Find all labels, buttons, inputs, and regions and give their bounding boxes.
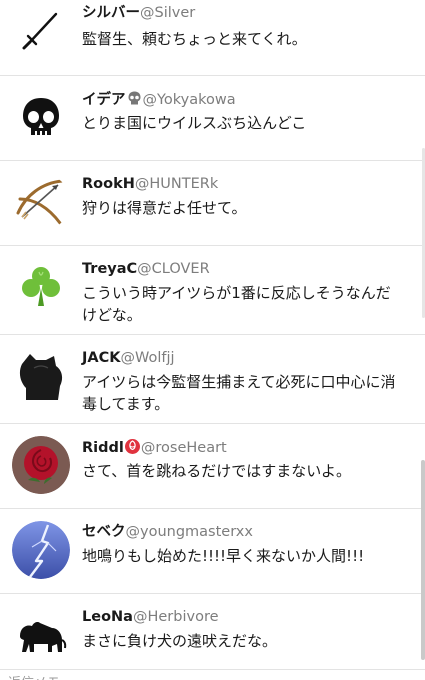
post-meta: LeoNa@Herbivore xyxy=(82,608,415,626)
timeline-feed: シルバー@Silver 監督生、頼むちょっと来てくれ。 イデア @Yokyakow… xyxy=(0,0,425,680)
post-jack[interactable]: JACK@Wolfjj アイツらは今監督生捕まえて必死に口中心に消毒してます。 xyxy=(0,335,425,424)
avatar[interactable] xyxy=(12,436,70,494)
reply-footer[interactable]: 返信メモ xyxy=(0,670,425,680)
post-sebek[interactable]: セベク@youngmasterxx 地鳴りもし始めた!!!!早く来ないか人間!!… xyxy=(0,509,425,594)
user-handle[interactable]: @Silver xyxy=(140,5,195,21)
post-meta: シルバー@Silver xyxy=(82,4,415,22)
post-meta: セベク@youngmasterxx xyxy=(82,523,415,541)
skull-icon xyxy=(12,88,70,146)
post-trey[interactable]: TreyaC@CLOVER こういう時アイツらが1番に反応しそうなんだけどな。 xyxy=(0,246,425,335)
post-text: 地鳴りもし始めた!!!!早く来ないか人間!!! xyxy=(82,547,365,565)
post-meta: JACK@Wolfjj xyxy=(82,349,415,367)
post-idea[interactable]: イデア @Yokyakowa とりま国にウイルスぶち込んどこ xyxy=(0,76,425,161)
skull-emoji-icon xyxy=(126,90,143,107)
user-handle[interactable]: @CLOVER xyxy=(137,261,210,277)
user-name[interactable]: Riddl xyxy=(82,440,124,456)
user-handle[interactable]: @youngmasterxx xyxy=(126,524,253,540)
avatar[interactable] xyxy=(12,173,70,231)
post-text: 狩りは得意だよ任せて。 xyxy=(82,199,247,217)
rose-icon xyxy=(12,436,70,494)
lion-icon xyxy=(12,606,70,664)
post-text: まさに負け犬の遠吠えだな。 xyxy=(82,632,278,650)
user-name[interactable]: RookH xyxy=(82,176,135,192)
post-meta: イデア @Yokyakowa xyxy=(82,90,415,109)
user-handle[interactable]: @HUNTERk xyxy=(135,176,218,192)
post-text: 監督生、頼むちょっと来てくれ。 xyxy=(82,30,307,48)
user-name[interactable]: LeoNa xyxy=(82,609,133,625)
post-text: こういう時アイツらが1番に反応しそうなんだけどな。 xyxy=(82,284,391,324)
post-text: さて、首を跳ねるだけではすまないよ。 xyxy=(82,462,351,480)
user-name[interactable]: セベク xyxy=(82,524,126,540)
user-name[interactable]: イデア xyxy=(82,92,126,108)
user-handle[interactable]: @Wolfjj xyxy=(121,350,175,366)
avatar[interactable] xyxy=(12,348,70,406)
lightning-icon xyxy=(12,521,70,579)
rose-emoji-icon xyxy=(124,438,141,455)
post-riddle[interactable]: Riddl @roseHeart さて、首を跳ねるだけではすまないよ。 xyxy=(0,424,425,509)
clover-icon xyxy=(12,258,70,316)
avatar[interactable] xyxy=(12,258,70,316)
post-rook[interactable]: RookH@HUNTERk 狩りは得意だよ任せて。 xyxy=(0,161,425,246)
avatar[interactable] xyxy=(12,0,70,58)
footer-label: 返信メモ xyxy=(8,672,60,680)
post-leona[interactable]: LeoNa@Herbivore まさに負け犬の遠吠えだな。 xyxy=(0,594,425,670)
post-text: アイツらは今監督生捕まえて必死に口中心に消毒してます。 xyxy=(82,373,396,413)
post-meta: RookH@HUNTERk xyxy=(82,175,415,193)
bow-arrow-icon xyxy=(12,173,70,231)
user-handle[interactable]: @Herbivore xyxy=(133,609,219,625)
post-meta: Riddl @roseHeart xyxy=(82,438,415,457)
user-name[interactable]: JACK xyxy=(82,350,121,366)
avatar[interactable] xyxy=(12,88,70,146)
scrollbar-thumb[interactable] xyxy=(421,460,425,660)
user-name[interactable]: TreyaC xyxy=(82,261,137,277)
user-name[interactable]: シルバー xyxy=(82,5,140,21)
sword-icon xyxy=(12,0,70,58)
user-handle[interactable]: @roseHeart xyxy=(141,440,227,456)
avatar[interactable] xyxy=(12,521,70,579)
user-handle[interactable]: @Yokyakowa xyxy=(143,92,236,108)
wolf-silhouette-icon xyxy=(12,348,70,406)
post-meta: TreyaC@CLOVER xyxy=(82,260,415,278)
post-silver[interactable]: シルバー@Silver 監督生、頼むちょっと来てくれ。 xyxy=(0,0,425,76)
post-text: とりま国にウイルスぶち込んどこ xyxy=(82,114,307,132)
avatar[interactable] xyxy=(12,606,70,664)
